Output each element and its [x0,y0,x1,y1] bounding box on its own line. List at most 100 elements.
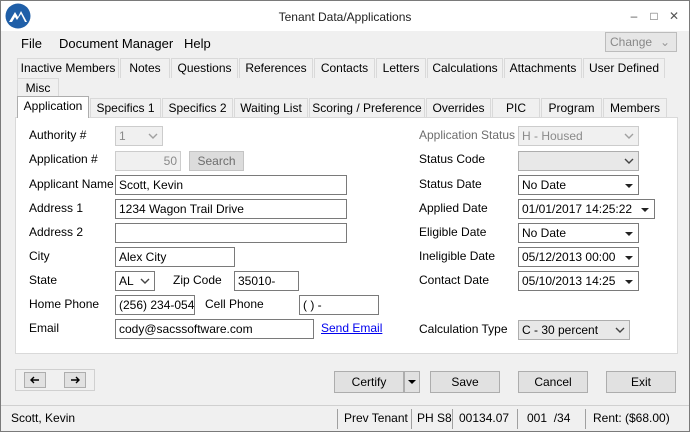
address1-field[interactable]: 1234 Wagon Trail Drive [115,199,347,219]
address1-label: Address 1 [29,201,84,215]
application-number-label: Application # [29,152,98,166]
application-number-field: 50 [115,151,181,171]
save-button[interactable]: Save [430,371,500,393]
tab-members[interactable]: Members [603,98,667,118]
address2-label: Address 2 [29,225,84,239]
applicant-name-field[interactable]: Scott, Kevin [115,175,347,195]
status-rent: Rent: ($68.00) [593,411,670,425]
caret-down-icon [624,227,634,239]
status-account: 00134.07 [459,411,510,425]
application-status-select: H - Housed [518,126,639,146]
ineligible-date-value: 05/12/2013 00:00 [522,250,616,264]
authority-select: 1 [115,126,163,146]
status-prev-tenant: Prev Tenant [344,411,408,425]
tab-scoring-preference[interactable]: Scoring / Preference [309,98,425,118]
eligible-date-value: No Date [522,226,567,240]
city-label: City [29,249,50,263]
applied-date-value: 01/01/2017 14:25:22 [522,202,633,216]
eligible-date-picker[interactable]: No Date [518,223,639,243]
state-select[interactable]: AL [115,271,155,291]
tab-row-1: Inactive Members Notes Questions Referen… [1,58,689,78]
city-field[interactable]: Alex City [115,247,235,267]
next-record-button[interactable] [64,372,86,388]
certify-button[interactable]: Certify [334,371,404,393]
contact-date-value: 05/10/2013 14:25 [522,274,616,288]
menu-file[interactable]: File [21,36,42,51]
exit-button[interactable]: Exit [606,371,676,393]
cell-phone-label: Cell Phone [205,297,264,311]
contact-date-picker[interactable]: 05/10/2013 14:25 [518,271,639,291]
authority-value: 1 [119,129,126,143]
record-navigation [15,369,95,391]
maximize-icon[interactable]: □ [647,9,661,23]
calculation-type-select[interactable]: C - 30 percent [518,320,630,340]
previous-record-button[interactable] [24,372,46,388]
status-date-label: Status Date [419,177,482,191]
chevron-down-icon: ⌄ [659,35,670,49]
search-button[interactable]: Search [189,151,244,171]
change-select: Change ⌄ [605,32,677,52]
ineligible-date-picker[interactable]: 05/12/2013 00:00 [518,247,639,267]
tab-application[interactable]: Application [17,96,89,118]
menu-bar: File Document Manager Help [1,31,689,55]
home-phone-field[interactable]: (256) 234-0546 [115,295,195,315]
home-phone-label: Home Phone [29,297,100,311]
application-status-label: Application Status [419,128,516,142]
chevron-down-icon [615,324,625,336]
status-separator [585,409,586,429]
state-value: AL [119,274,134,288]
tab-user-defined[interactable]: User Defined [583,58,665,78]
application-status-value: H - Housed [522,129,583,143]
tab-waiting-list[interactable]: Waiting List [234,98,308,118]
title-bar: Tenant Data/Applications – □ ✕ [1,1,689,31]
tab-references[interactable]: References [239,58,313,78]
tab-pic[interactable]: PIC [492,98,540,118]
chevron-down-icon [624,130,634,142]
tab-letters[interactable]: Letters [376,58,426,78]
change-select-label: Change [610,35,653,49]
tab-notes[interactable]: Notes [120,58,170,78]
address2-field[interactable] [115,223,347,243]
cell-phone-field[interactable]: ( ) - [299,295,379,315]
menu-document-manager[interactable]: Document Manager [59,36,173,51]
caret-down-icon [624,275,634,287]
tab-overrides[interactable]: Overrides [426,98,491,118]
tab-attachments[interactable]: Attachments [504,58,582,78]
tab-specifics-1[interactable]: Specifics 1 [90,98,161,118]
status-separator [517,409,518,429]
status-bar: Scott, Kevin Prev Tenant PH S8 00134.07 … [1,405,689,431]
tab-inactive-members[interactable]: Inactive Members [17,58,119,78]
caret-down-icon [408,380,416,384]
close-icon[interactable]: ✕ [667,9,681,23]
authority-label: Authority # [29,128,87,142]
applied-date-picker[interactable]: 01/01/2017 14:25:22 [518,199,655,219]
arrow-left-icon [30,376,39,384]
tab-specifics-2[interactable]: Specifics 2 [162,98,233,118]
send-email-link[interactable]: Send Email [321,321,382,335]
certify-dropdown-button[interactable] [404,371,420,393]
app-window: Tenant Data/Applications – □ ✕ File Docu… [0,0,690,432]
tab-contacts[interactable]: Contacts [314,58,375,78]
zip-code-label: Zip Code [173,273,222,287]
menu-help[interactable]: Help [184,36,211,51]
status-separator [337,409,338,429]
tab-misc[interactable]: Misc [17,78,59,98]
tab-questions[interactable]: Questions [171,58,238,78]
email-field[interactable]: cody@sacssoftware.com [115,319,314,339]
email-label: Email [29,321,60,335]
status-record-count: 001 /34 [527,411,571,425]
status-date-value: No Date [522,178,567,192]
ineligible-date-label: Ineligible Date [419,249,496,263]
tab-row-3: Application Specifics 1 Specifics 2 Wait… [1,96,689,118]
chevron-down-icon [140,275,150,287]
tab-calculations[interactable]: Calculations [427,58,503,78]
tab-program[interactable]: Program [541,98,602,118]
cancel-button[interactable]: Cancel [518,371,588,393]
window-title: Tenant Data/Applications [278,10,412,24]
zip-code-field[interactable]: 35010- [234,271,299,291]
minimize-icon[interactable]: – [627,9,641,23]
caret-down-icon [624,179,634,191]
calculation-type-value: C - 30 percent [522,323,599,337]
status-code-select[interactable] [518,151,639,171]
status-date-picker[interactable]: No Date [518,175,639,195]
